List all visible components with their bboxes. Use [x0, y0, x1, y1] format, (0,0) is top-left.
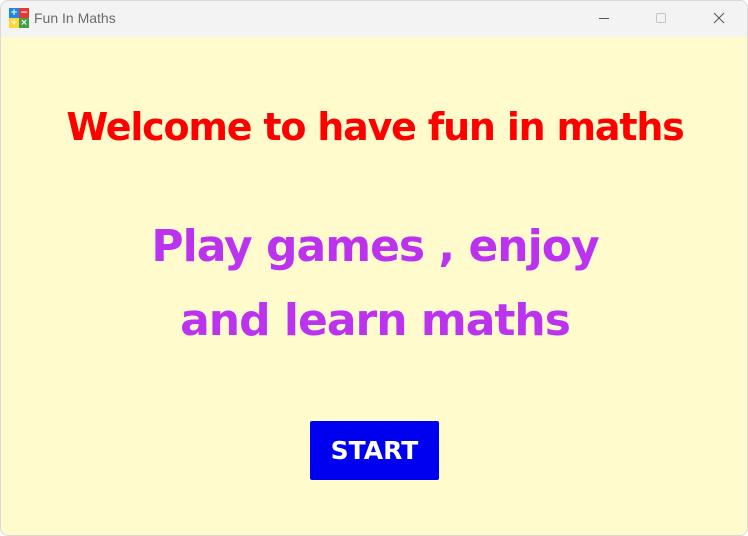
minus-icon: − — [19, 8, 29, 18]
divide-icon: ÷ — [9, 18, 19, 28]
welcome-heading: Welcome to have fun in maths — [66, 105, 684, 149]
minimize-icon — [599, 18, 609, 19]
minimize-button[interactable] — [581, 1, 627, 35]
tagline-line-2: and learn maths — [180, 295, 571, 346]
app-window: + − ÷ × Fun In Maths Welcome to have fun… — [0, 0, 748, 536]
maximize-icon — [656, 13, 666, 23]
title-bar[interactable]: + − ÷ × Fun In Maths — [1, 1, 747, 37]
tagline-line-1: Play games , enjoy — [151, 221, 599, 272]
start-button[interactable]: START — [310, 421, 439, 480]
maximize-button[interactable] — [638, 1, 684, 35]
close-icon — [713, 12, 725, 24]
plus-icon: + — [9, 8, 19, 18]
window-title: Fun In Maths — [34, 10, 116, 26]
multiply-icon: × — [19, 18, 29, 28]
close-button[interactable] — [696, 1, 742, 35]
app-icon: + − ÷ × — [9, 8, 29, 28]
